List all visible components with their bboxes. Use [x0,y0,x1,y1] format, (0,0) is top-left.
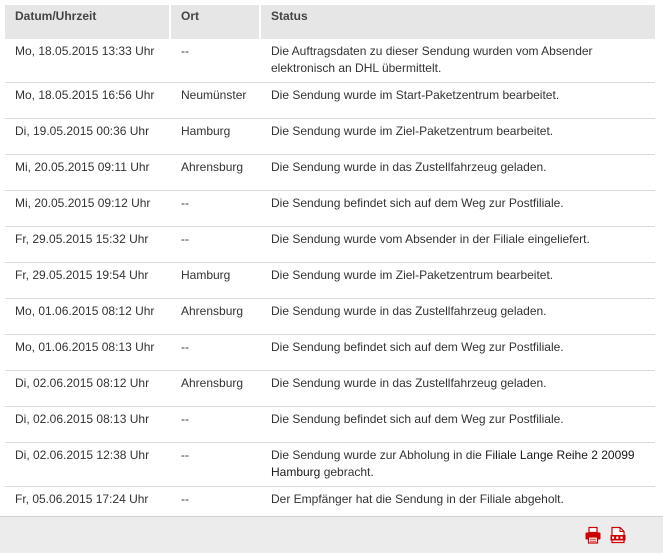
cell-status: Die Sendung wurde in das Zustellfahrzeug… [261,155,655,191]
table-row: Mo, 01.06.2015 08:12 Uhr Ahrensburg Die … [5,299,655,335]
cell-status: Die Sendung befindet sich auf dem Weg zu… [261,335,655,371]
cell-status: Die Sendung befindet sich auf dem Weg zu… [261,407,655,443]
cell-status: Die Sendung wurde im Ziel-Paketzentrum b… [261,263,655,299]
cell-location: -- [171,335,261,371]
cell-datetime: Mi, 20.05.2015 09:11 Uhr [5,155,171,191]
table-row: Di, 02.06.2015 08:12 Uhr Ahrensburg Die … [5,371,655,407]
cell-location: -- [171,407,261,443]
pdf-icon[interactable] [609,526,627,544]
table-footer-bar [0,516,663,553]
table-row: Fr, 29.05.2015 19:54 Uhr Hamburg Die Sen… [5,263,655,299]
cell-status: Die Sendung wurde in das Zustellfahrzeug… [261,299,655,335]
cell-status: Die Sendung wurde vom Absender in der Fi… [261,227,655,263]
cell-location: Neumünster [171,83,261,119]
print-icon[interactable] [584,526,602,544]
cell-location: -- [171,227,261,263]
table-row: Mi, 20.05.2015 09:11 Uhr Ahrensburg Die … [5,155,655,191]
cell-datetime: Di, 02.06.2015 08:12 Uhr [5,371,171,407]
cell-status: Die Sendung wurde zur Abholung in die Fi… [261,443,655,487]
column-header-datetime: Datum/Uhrzeit [5,5,171,39]
cell-datetime: Di, 02.06.2015 12:38 Uhr [5,443,171,487]
cell-location: Ahrensburg [171,371,261,407]
cell-location: -- [171,443,261,487]
tracking-page: Datum/Uhrzeit Ort Status Mo, 18.05.2015 … [0,0,663,556]
cell-location: -- [171,39,261,83]
cell-datetime: Mo, 01.06.2015 08:13 Uhr [5,335,171,371]
cell-datetime: Mi, 20.05.2015 09:12 Uhr [5,191,171,227]
cell-location: Hamburg [171,119,261,155]
table-row: Di, 02.06.2015 08:13 Uhr -- Die Sendung … [5,407,655,443]
cell-datetime: Mo, 18.05.2015 16:56 Uhr [5,83,171,119]
cell-status: Die Sendung wurde im Ziel-Paketzentrum b… [261,119,655,155]
status-text-before-link: Die Sendung wurde zur Abholung in die [271,448,486,462]
cell-datetime: Mo, 18.05.2015 13:33 Uhr [5,39,171,83]
cell-location: Hamburg [171,263,261,299]
table-row: Mo, 18.05.2015 13:33 Uhr -- Die Auftrags… [5,39,655,83]
table-row: Di, 02.06.2015 12:38 Uhr -- Die Sendung … [5,443,655,487]
cell-datetime: Mo, 01.06.2015 08:12 Uhr [5,299,171,335]
tracking-history-table: Datum/Uhrzeit Ort Status Mo, 18.05.2015 … [5,5,655,523]
cell-location: Ahrensburg [171,299,261,335]
table-row: Fr, 29.05.2015 15:32 Uhr -- Die Sendung … [5,227,655,263]
cell-status: Die Sendung wurde in das Zustellfahrzeug… [261,371,655,407]
table-row: Di, 19.05.2015 00:36 Uhr Hamburg Die Sen… [5,119,655,155]
cell-datetime: Fr, 29.05.2015 15:32 Uhr [5,227,171,263]
table-row: Mo, 01.06.2015 08:13 Uhr -- Die Sendung … [5,335,655,371]
cell-location: Ahrensburg [171,155,261,191]
status-text-after-link: gebracht. [320,465,374,479]
table-header-row: Datum/Uhrzeit Ort Status [5,5,655,39]
cell-datetime: Di, 02.06.2015 08:13 Uhr [5,407,171,443]
cell-status: Die Sendung befindet sich auf dem Weg zu… [261,191,655,227]
cell-status: Die Auftragsdaten zu dieser Sendung wurd… [261,39,655,83]
table-row: Mo, 18.05.2015 16:56 Uhr Neumünster Die … [5,83,655,119]
cell-datetime: Fr, 29.05.2015 19:54 Uhr [5,263,171,299]
column-header-location: Ort [171,5,261,39]
cell-location: -- [171,191,261,227]
column-header-status: Status [261,5,655,39]
cell-status: Die Sendung wurde im Start-Paketzentrum … [261,83,655,119]
table-row: Mi, 20.05.2015 09:12 Uhr -- Die Sendung … [5,191,655,227]
cell-datetime: Di, 19.05.2015 00:36 Uhr [5,119,171,155]
